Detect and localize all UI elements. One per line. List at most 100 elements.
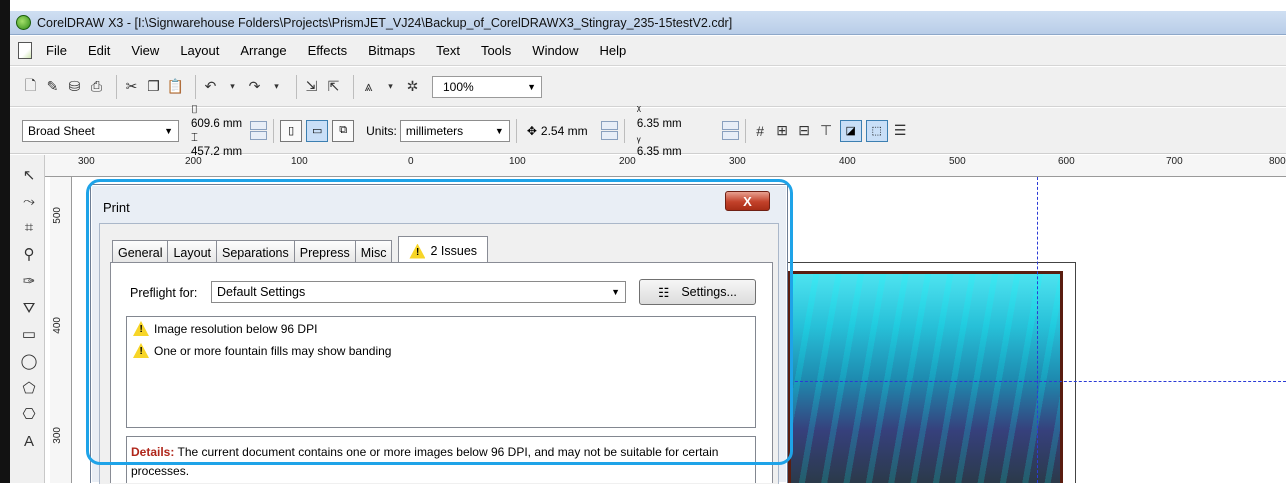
duplicate-distance: ᵡ 6.35 mm ᵧ 6.35 mm [637,103,682,159]
all-pages-icon[interactable]: ⧉ [332,119,355,142]
menu-view[interactable]: View [131,43,159,58]
horizontal-ruler[interactable]: 300 200 100 0 100 200 300 400 500 600 70… [45,155,1286,177]
snap-grid-icon[interactable]: # [752,122,769,139]
undo-dropdown-icon[interactable]: ▾ [224,78,241,95]
menu-window[interactable]: Window [532,43,578,58]
dimension-spinners[interactable] [250,121,268,140]
import-icon[interactable]: ⇲ [303,78,320,95]
redo-icon[interactable]: ↷ [246,78,263,95]
zoom-combo[interactable]: 100% ▼ [432,75,542,98]
menu-effects[interactable]: Effects [308,43,348,58]
application-launcher-icon[interactable]: ⩓ [360,78,377,95]
menu-bitmaps[interactable]: Bitmaps [368,43,415,58]
freehand-tool-icon[interactable]: ✑ [19,271,39,291]
snap-objects-icon[interactable]: ⊟ [796,122,813,139]
text-tool-icon[interactable]: A [19,431,39,451]
paper-type-value: Broad Sheet [28,123,95,138]
left-frame [0,0,10,483]
zoom-tool-icon[interactable]: ⚲ [19,244,39,264]
menu-tools[interactable]: Tools [481,43,511,58]
duplicate-spinners[interactable] [721,121,739,140]
draw-selection-icon[interactable]: ⬚ [865,119,888,142]
menu-bar: File Edit View Layout Arrange Effects Bi… [10,36,1286,66]
title-bar: CorelDRAW X3 - [I:\Signwarehouse Folders… [10,11,1286,35]
nudge-value[interactable]: 2.54 mm [541,124,593,138]
separator [744,118,746,143]
paper-type-combo[interactable]: Broad Sheet ▼ [22,119,179,142]
ruler-label: 100 [291,156,308,167]
coreldraw-logo-icon [16,15,31,30]
units-value: millimeters [405,123,464,138]
polygon-tool-icon[interactable]: ⬠ [19,378,39,398]
export-icon[interactable]: ⇱ [325,78,342,95]
ruler-label: 300 [52,427,63,444]
page-width-field[interactable]: ⌷ 609.6 mm [191,103,242,131]
menu-text[interactable]: Text [436,43,460,58]
dynamic-guides-icon[interactable]: ⊤ [818,122,835,139]
print-icon[interactable]: ⎙ [88,78,105,95]
nudge-spinner[interactable] [600,121,618,140]
menu-layout[interactable]: Layout [180,43,219,58]
save-icon[interactable]: ⛁ [66,78,83,95]
units-combo[interactable]: millimeters ▼ [399,119,510,142]
copy-icon[interactable]: ❐ [145,78,162,95]
separator [515,118,517,143]
ellipse-tool-icon[interactable]: ◯ [19,351,39,371]
vertical-guideline[interactable] [1037,177,1038,483]
zoom-value: 100% [443,79,474,94]
ruler-label: 100 [509,156,526,167]
menu-help[interactable]: Help [600,43,627,58]
separator [623,118,625,143]
chevron-down-icon: ▼ [527,81,536,92]
paste-icon[interactable]: 📋 [167,78,184,95]
separator [296,74,297,99]
crop-tool-icon[interactable]: ⌗ [19,217,39,237]
separator [195,74,196,99]
new-icon[interactable]: 🗋 [22,77,39,95]
corel-online-icon[interactable]: ✲ [404,78,421,95]
landscape-button[interactable]: ▭ [306,119,329,142]
menu-edit[interactable]: Edit [88,43,110,58]
snap-guidelines-icon[interactable]: ⊞ [774,122,791,139]
dup-x-field[interactable]: ᵡ 6.35 mm [637,103,682,131]
property-bar: Broad Sheet ▼ ⌷ 609.6 mm ⌶ 457.2 mm ▯ ▭ … [10,104,1286,158]
cut-icon[interactable]: ✂ [123,78,140,95]
vertical-ruler[interactable]: 500 400 300 [50,177,72,483]
ruler-label: 700 [1166,156,1183,167]
horizontal-guideline[interactable] [780,381,1286,382]
dup-x-value: 6.35 mm [636,117,682,130]
portrait-button[interactable]: ▯ [280,119,303,142]
chevron-down-icon: ▼ [164,125,173,136]
open-icon[interactable]: ✎ [44,78,61,95]
page-width-value: 609.6 mm [191,117,243,130]
ruler-label: 400 [839,156,856,167]
page-dimensions: ⌷ 609.6 mm ⌶ 457.2 mm [191,103,242,159]
separator [353,74,354,99]
ruler-label: 300 [78,156,95,167]
rectangle-tool-icon[interactable]: ▭ [19,324,39,344]
menu-arrange[interactable]: Arrange [240,43,286,58]
ruler-label: 200 [619,156,636,167]
ruler-label: 800 [1269,156,1286,167]
smart-fill-icon[interactable]: ⛛ [19,298,39,318]
ruler-label: 200 [185,156,202,167]
ruler-label: 300 [729,156,746,167]
basic-shapes-icon[interactable]: ⎔ [19,404,39,424]
treat-as-filled-icon[interactable]: ◪ [839,119,862,142]
options-icon[interactable]: ☰ [892,122,909,139]
ruler-label: 0 [408,156,414,167]
document-icon[interactable] [18,42,32,59]
ruler-label: 600 [1058,156,1075,167]
units-label: Units: [366,123,397,138]
redo-dropdown-icon[interactable]: ▾ [268,78,285,95]
pick-tool-icon[interactable]: ↖ [19,165,39,185]
shape-tool-icon[interactable]: ⤳ [19,191,39,211]
ruler-label: 500 [52,207,63,224]
toolbox: ↖ ⤳ ⌗ ⚲ ✑ ⛛ ▭ ◯ ⬠ ⎔ A [10,155,45,483]
undo-icon[interactable]: ↶ [202,78,219,95]
stingray-bitmap[interactable] [788,271,1063,483]
launcher-dropdown-icon[interactable]: ▾ [382,78,399,95]
separator [273,118,275,143]
highlight-callout [86,179,793,465]
menu-file[interactable]: File [46,43,67,58]
